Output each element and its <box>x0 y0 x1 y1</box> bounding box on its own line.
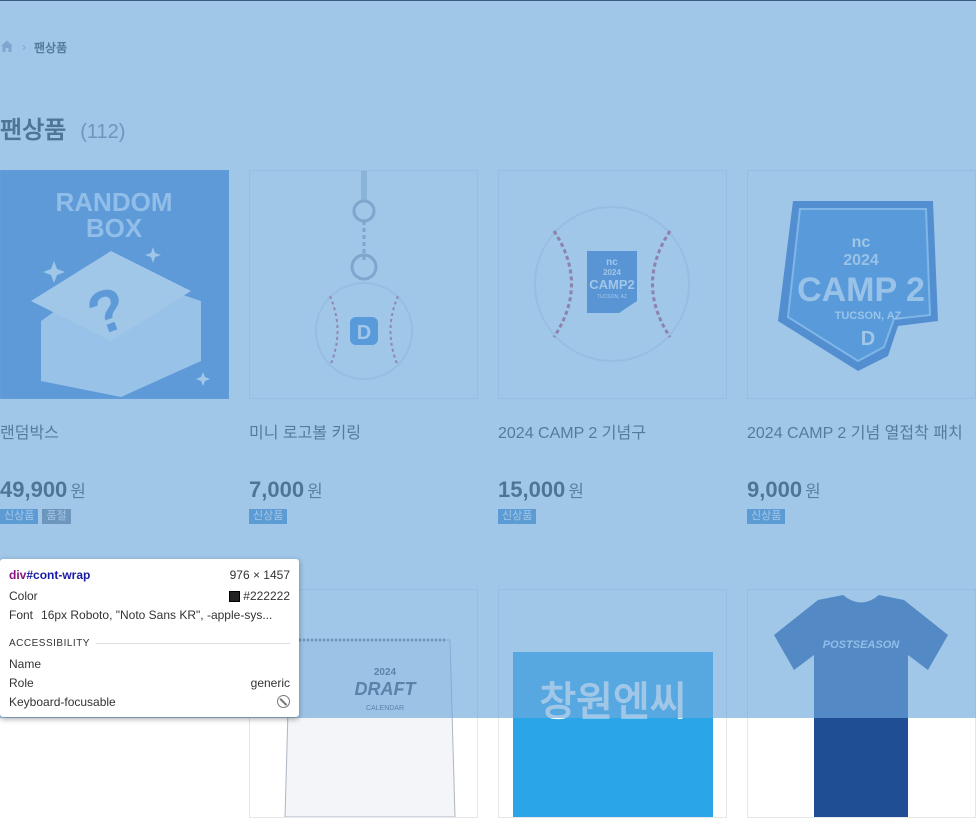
badge-list: 신상품 <box>498 509 727 524</box>
price-row: 15,000 원 <box>498 477 727 503</box>
page-title: 팬상품 <box>0 117 67 144</box>
color-swatch-icon <box>229 591 241 603</box>
tooltip-color-row: Color #222222 <box>9 589 290 603</box>
badge-new: 신상품 <box>498 509 537 524</box>
badge-soldout: 품절 <box>42 509 71 524</box>
svg-text:2024: 2024 <box>603 268 621 277</box>
breadcrumb: › 팬상품 <box>0 38 67 56</box>
svg-text:CAMP2: CAMP2 <box>589 277 635 292</box>
svg-text:POSTSEASON: POSTSEASON <box>823 639 900 651</box>
svg-text:BOX: BOX <box>86 213 143 243</box>
badge-new: 신상품 <box>747 509 786 524</box>
product-image[interactable]: RANDOM BOX ? <box>0 170 229 399</box>
svg-text:2024: 2024 <box>374 667 397 678</box>
inspect-tooltip: div#cont-wrap 976 × 1457 Color #222222 F… <box>0 559 299 717</box>
product-image[interactable]: 창원엔씨 <box>498 589 727 818</box>
product-card[interactable]: 창원엔씨 <box>498 589 727 818</box>
product-image[interactable]: nc 2024 CAMP2 TUCSON, AZ <box>498 170 727 399</box>
tooltip-focus-row: Keyboard-focusable <box>9 695 290 709</box>
svg-text:D: D <box>861 328 875 350</box>
price-unit: 원 <box>70 482 86 501</box>
title-row: 팬상품 (112) <box>0 110 125 145</box>
svg-text:D: D <box>357 322 371 344</box>
svg-text:2024: 2024 <box>843 252 879 269</box>
svg-text:TUCSON, AZ: TUCSON, AZ <box>597 294 627 300</box>
tooltip-section-accessibility: ACCESSIBILITY <box>9 638 290 649</box>
product-count: (112) <box>80 121 126 143</box>
badge-new: 신상품 <box>249 509 288 524</box>
product-card[interactable]: POSTSEASON <box>747 589 976 818</box>
product-card[interactable]: nc 2024 CAMP 2 TUCSON, AZ D 2024 CAMP 2 … <box>747 170 976 524</box>
svg-text:CALENDAR: CALENDAR <box>366 705 404 712</box>
product-image[interactable]: nc 2024 CAMP 2 TUCSON, AZ D <box>747 170 976 399</box>
product-price: 7,000 <box>249 477 305 502</box>
element-selector: div#cont-wrap <box>9 568 91 582</box>
svg-text:CAMP 2: CAMP 2 <box>797 271 925 309</box>
breadcrumb-current[interactable]: 팬상품 <box>34 39 67 56</box>
svg-text:DRAFT: DRAFT <box>355 679 418 699</box>
not-allowed-icon <box>277 695 290 708</box>
home-icon[interactable] <box>0 39 14 56</box>
price-row: 7,000 원 <box>249 477 478 503</box>
badge-new: 신상품 <box>0 509 39 524</box>
product-card[interactable]: D 미니 로고볼 키링 7,000 원 신상품 <box>249 170 478 524</box>
tooltip-font-row: Font 16px Roboto, "Noto Sans KR", -apple… <box>9 608 273 622</box>
tooltip-header: div#cont-wrap 976 × 1457 <box>9 568 290 582</box>
page: › 팬상품 팬상품 (112) RANDOM BOX ? 랜덤박스 49,900… <box>0 0 976 818</box>
product-price: 49,900 <box>0 477 68 502</box>
badge-list: 신상품 <box>249 509 478 524</box>
svg-text:TUCSON, AZ: TUCSON, AZ <box>835 310 902 322</box>
price-row: 49,900 원 <box>0 477 229 503</box>
price-row: 9,000 원 <box>747 477 976 503</box>
price-unit: 원 <box>568 482 584 501</box>
product-price: 9,000 <box>747 477 803 502</box>
product-price: 15,000 <box>498 477 566 502</box>
badge-list: 신상품 품절 <box>0 509 229 524</box>
product-name[interactable]: 미니 로고볼 키링 <box>249 419 478 442</box>
product-name[interactable]: 랜덤박스 <box>0 419 229 442</box>
product-card[interactable]: nc 2024 CAMP2 TUCSON, AZ 2024 CAMP 2 기념구… <box>498 170 727 524</box>
product-name[interactable]: 2024 CAMP 2 기념 열접착 패치 <box>747 419 976 442</box>
product-name[interactable]: 2024 CAMP 2 기념구 <box>498 419 727 442</box>
svg-text:nc: nc <box>852 234 871 251</box>
svg-text:창원엔씨: 창원엔씨 <box>539 679 686 725</box>
price-unit: 원 <box>805 482 821 501</box>
tooltip-name-row: Name <box>9 657 42 671</box>
badge-list: 신상품 <box>747 509 976 524</box>
element-size: 976 × 1457 <box>229 568 290 582</box>
price-unit: 원 <box>307 482 323 501</box>
tooltip-role-row: Role generic <box>9 676 290 690</box>
chevron-right-icon: › <box>22 40 26 54</box>
product-card[interactable]: RANDOM BOX ? 랜덤박스 49,900 원 신상품 품절 <box>0 170 229 524</box>
svg-text:nc: nc <box>606 257 618 268</box>
product-image[interactable]: D <box>249 170 478 399</box>
product-image[interactable]: POSTSEASON <box>747 589 976 818</box>
